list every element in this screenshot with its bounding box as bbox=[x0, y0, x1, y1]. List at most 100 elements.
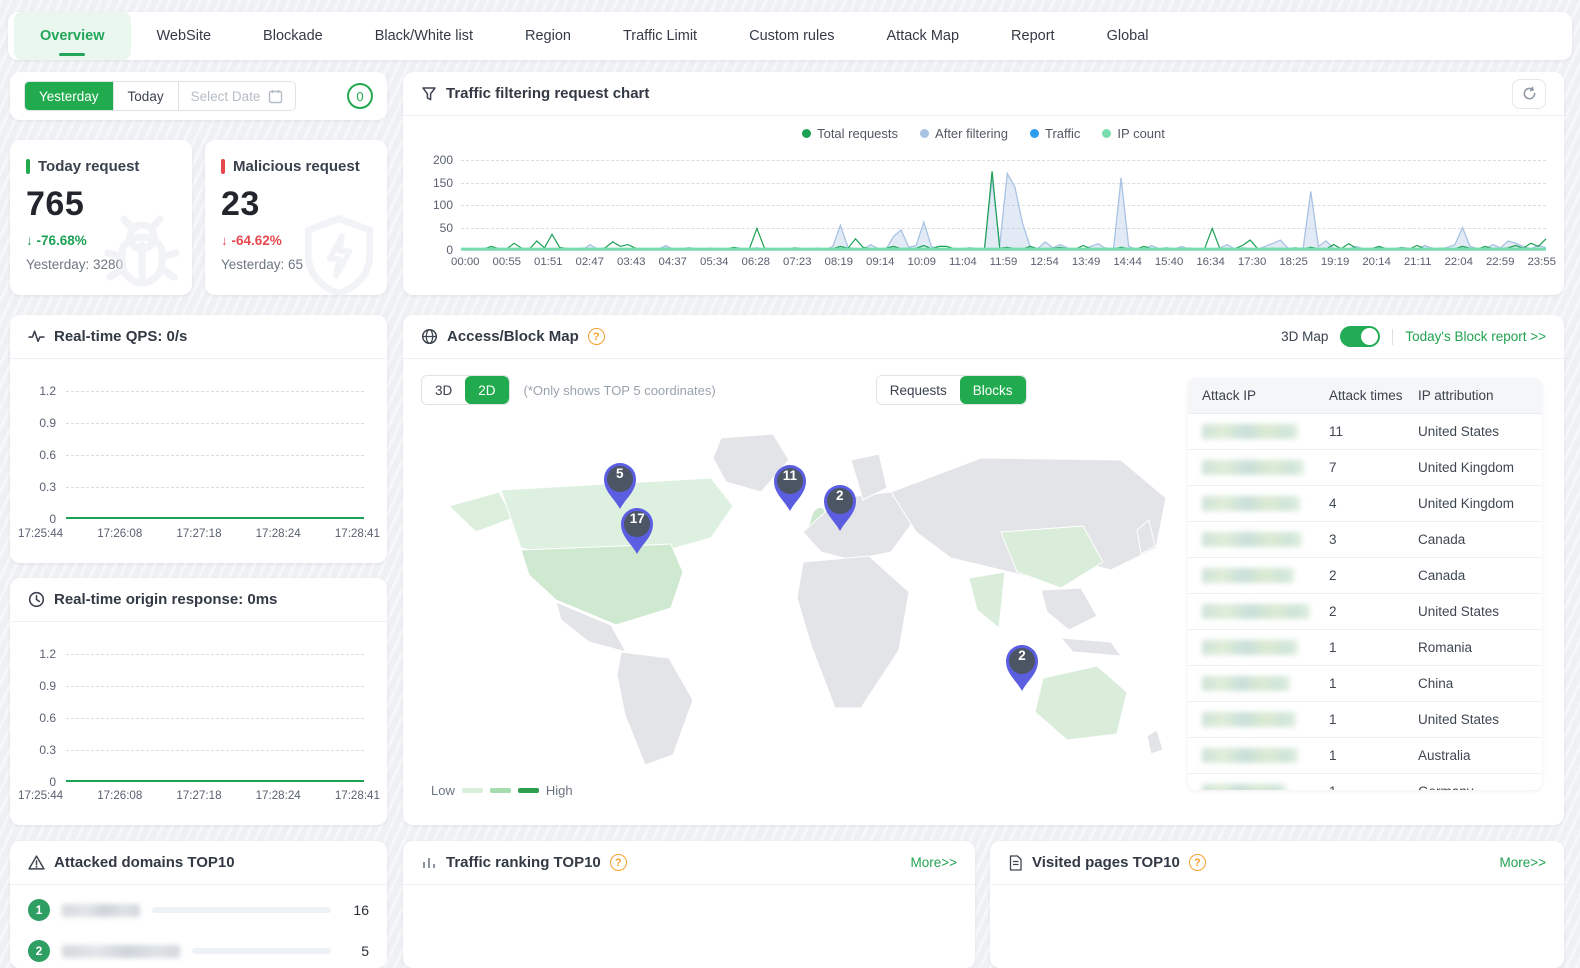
map-marker-united-states[interactable]: 17 bbox=[617, 505, 657, 555]
warning-triangle-icon bbox=[28, 854, 45, 871]
blocks-button[interactable]: Blocks bbox=[960, 376, 1026, 404]
visited-pages-help-icon[interactable]: ? bbox=[1189, 854, 1206, 871]
select-date-input[interactable]: Select Date bbox=[178, 82, 296, 110]
globe-icon bbox=[421, 328, 438, 345]
origin-response-chart-plot bbox=[66, 654, 364, 782]
attacked-domain-row[interactable]: 116 bbox=[10, 894, 387, 926]
todays-block-report-link[interactable]: Today's Block report >> bbox=[1405, 329, 1546, 344]
attack-table-row[interactable]: 1Romania bbox=[1188, 630, 1542, 666]
nav-tab-black-white-list[interactable]: Black/White list bbox=[349, 12, 499, 60]
gridline-0.9 bbox=[66, 423, 364, 424]
refresh-button[interactable] bbox=[1512, 79, 1546, 109]
qps-chart-x-axis: 17:25:4417:26:0817:27:1817:28:2417:28:41 bbox=[18, 527, 380, 540]
nav-tab-global[interactable]: Global bbox=[1081, 12, 1175, 60]
legend-dash-low bbox=[462, 788, 483, 793]
attack-times-cell: 2 bbox=[1329, 604, 1418, 619]
visited-pages-more-link[interactable]: More>> bbox=[1499, 855, 1546, 870]
attack-table-row[interactable]: 1China bbox=[1188, 666, 1542, 702]
nav-tab-custom-rules[interactable]: Custom rules bbox=[723, 12, 860, 60]
attack-times-cell: 1 bbox=[1329, 748, 1418, 763]
attacked-domains-header: Attacked domains TOP10 bbox=[10, 841, 387, 885]
map-marker-united-kingdom[interactable]: 11 bbox=[770, 462, 810, 512]
requests-blocks-switch: Requests Blocks bbox=[876, 375, 1027, 405]
legend-item-traffic[interactable]: Traffic bbox=[1030, 126, 1080, 141]
map-marker-canada[interactable]: 5 bbox=[600, 460, 640, 510]
redacted-ip bbox=[1202, 496, 1300, 511]
x-tick-label: 12:54 bbox=[1030, 256, 1059, 268]
today-button[interactable]: Today bbox=[113, 82, 178, 110]
yesterday-button[interactable]: Yesterday bbox=[25, 82, 113, 110]
ip-attribution-cell: United States bbox=[1418, 424, 1542, 439]
attack-table-row[interactable]: 2United States bbox=[1188, 594, 1542, 630]
attack-table-row[interactable]: 1Australia bbox=[1188, 738, 1542, 774]
rank-badge: 1 bbox=[28, 899, 50, 921]
legend-high-label: High bbox=[546, 783, 573, 798]
malicious-request-card: Malicious request 23 ↓ -64.62% Yesterday… bbox=[205, 140, 387, 295]
map-marker-eastern-europe[interactable]: 2 bbox=[820, 482, 860, 532]
attack-table-row[interactable]: 1United States bbox=[1188, 702, 1542, 738]
malicious-request-header: Malicious request bbox=[221, 158, 371, 175]
realtime-qps-title: Real-time QPS: 0/s bbox=[54, 328, 187, 345]
nav-tab-website[interactable]: WebSite bbox=[131, 12, 238, 60]
x-tick-label: 17:25:44 bbox=[18, 527, 63, 540]
attack-table-row[interactable]: 3Canada bbox=[1188, 522, 1542, 558]
3d-button[interactable]: 3D bbox=[422, 376, 465, 404]
nav-tab-attack-map[interactable]: Attack Map bbox=[861, 12, 986, 60]
chart-legend: Total requests After filtering Traffic IP c… bbox=[403, 126, 1564, 141]
traffic-ranking-help-icon[interactable]: ? bbox=[610, 854, 627, 871]
visited-pages-card: Visited pages TOP10 ? More>> bbox=[990, 841, 1564, 968]
x-tick-label: 00:55 bbox=[493, 256, 522, 268]
world-map[interactable]: 5171122 bbox=[421, 420, 1177, 775]
red-accent-bar bbox=[221, 159, 225, 174]
select-date-placeholder: Select Date bbox=[191, 89, 261, 104]
traffic-ranking-card: Traffic ranking TOP10 ? More>> bbox=[403, 841, 975, 968]
redacted-ip bbox=[1202, 460, 1304, 475]
attack-table-row[interactable]: 1Germany bbox=[1188, 774, 1542, 790]
legend-item-total-requests[interactable]: Total requests bbox=[802, 126, 898, 141]
y-tick-label: 50 bbox=[409, 221, 453, 235]
nav-tab-overview[interactable]: Overview bbox=[14, 12, 131, 60]
nav-tab-report[interactable]: Report bbox=[985, 12, 1081, 60]
origin-response-title: Real-time origin response: 0ms bbox=[54, 591, 277, 608]
nav-tab-region[interactable]: Region bbox=[499, 12, 597, 60]
traffic-ranking-more-link[interactable]: More>> bbox=[910, 855, 957, 870]
x-tick-label: 17:27:18 bbox=[176, 789, 221, 802]
legend-label: Total requests bbox=[817, 126, 898, 141]
x-tick-label: 20:14 bbox=[1362, 256, 1391, 268]
3d-map-toggle[interactable] bbox=[1340, 326, 1380, 347]
attack-table-header-row: Attack IPAttack timesIP attribution bbox=[1188, 378, 1542, 414]
nav-tab-traffic-limit[interactable]: Traffic Limit bbox=[597, 12, 723, 60]
traffic-chart-x-axis: 00:0000:5501:5102:4703:4304:3705:3406:28… bbox=[451, 256, 1556, 268]
x-tick-label: 00:00 bbox=[451, 256, 480, 268]
clock-icon bbox=[28, 591, 45, 608]
attack-table-row[interactable]: 11United States bbox=[1188, 414, 1542, 450]
access-block-map-title: Access/Block Map bbox=[447, 328, 579, 345]
origin-response-chart-x-axis: 17:25:4417:26:0817:27:1817:28:2417:28:41 bbox=[18, 789, 380, 802]
top-nav: OverviewWebSiteBlockadeBlack/White listR… bbox=[8, 12, 1572, 60]
x-tick-label: 05:34 bbox=[700, 256, 729, 268]
2d-button[interactable]: 2D bbox=[465, 376, 508, 404]
map-marker-australia[interactable]: 2 bbox=[1002, 642, 1042, 692]
requests-button[interactable]: Requests bbox=[877, 376, 960, 404]
x-tick-label: 22:59 bbox=[1486, 256, 1515, 268]
legend-label: IP count bbox=[1117, 126, 1164, 141]
legend-item-after-filtering[interactable]: After filtering bbox=[920, 126, 1008, 141]
ip-attribution-cell: China bbox=[1418, 676, 1542, 691]
header-divider bbox=[1392, 329, 1393, 345]
legend-item-ip-count[interactable]: IP count bbox=[1102, 126, 1164, 141]
traffic-chart-plot bbox=[461, 160, 1546, 250]
attack-table-row[interactable]: 4United Kingdom bbox=[1188, 486, 1542, 522]
top5-note: (*Only shows TOP 5 coordinates) bbox=[524, 383, 716, 398]
x-tick-label: 11:04 bbox=[949, 256, 977, 268]
attacked-domains-card: Attacked domains TOP10 116 25 bbox=[10, 841, 387, 968]
attack-table-row[interactable]: 7United Kingdom bbox=[1188, 450, 1542, 486]
nav-tab-blockade[interactable]: Blockade bbox=[237, 12, 349, 60]
map-header-actions: 3D Map Today's Block report >> bbox=[1281, 326, 1546, 347]
attacked-domain-row[interactable]: 25 bbox=[10, 935, 387, 967]
traffic-ranking-title: Traffic ranking TOP10 bbox=[446, 854, 601, 871]
attack-table-row[interactable]: 2Canada bbox=[1188, 558, 1542, 594]
map-help-icon[interactable]: ? bbox=[588, 328, 605, 345]
attack-times-cell: 4 bbox=[1329, 496, 1418, 511]
x-tick-label: 17:28:24 bbox=[256, 789, 301, 802]
legend-dash-mid bbox=[490, 788, 511, 793]
